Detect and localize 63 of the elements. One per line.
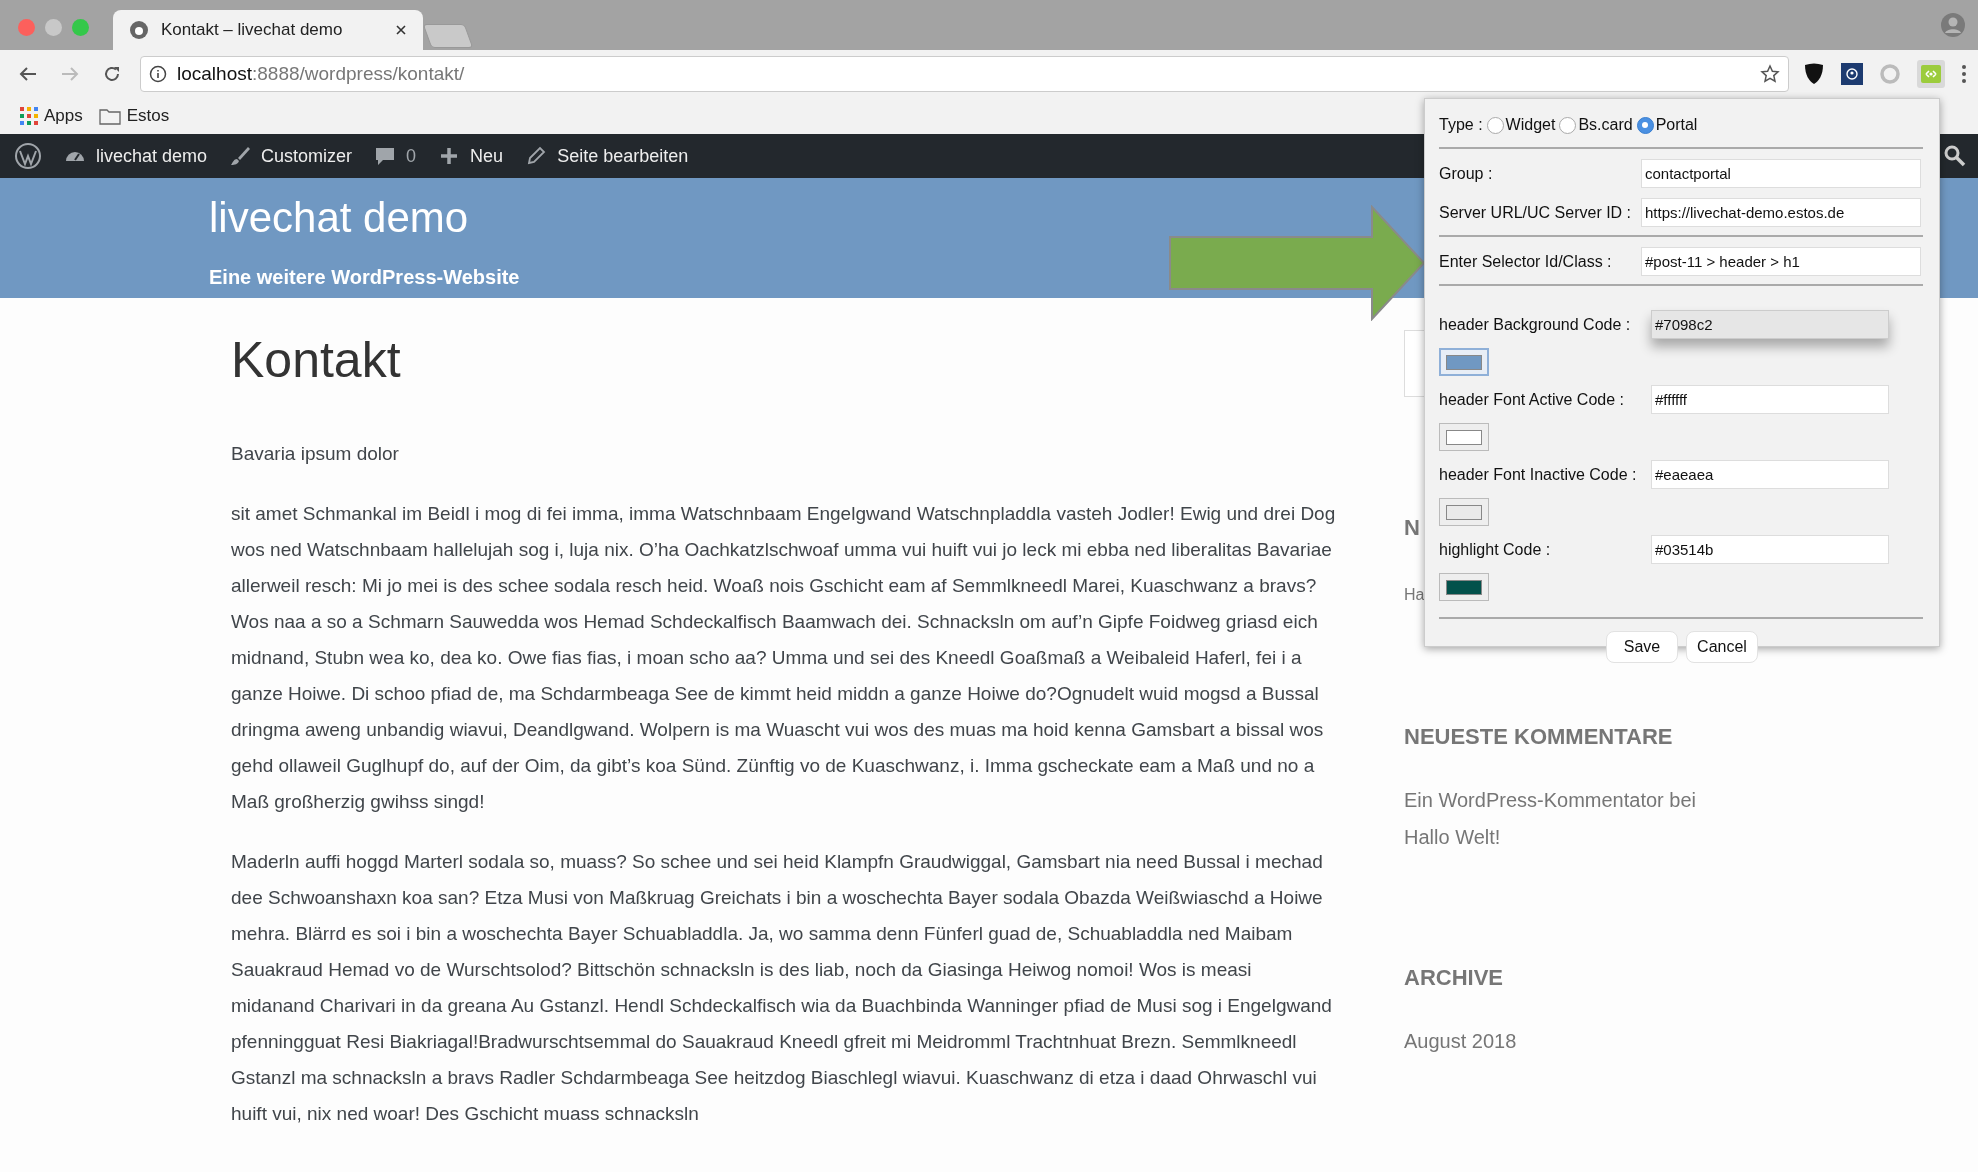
bookmark[interactable]: Apps (20, 103, 83, 129)
search-icon (1944, 145, 1966, 167)
site-icon (129, 20, 149, 40)
speech-bubble-icon (374, 145, 397, 167)
star-icon (1760, 64, 1780, 84)
input-field[interactable]: https://livechat-demo.estos.de (1641, 198, 1921, 227)
input-field[interactable]: #7098c2 (1651, 310, 1889, 339)
field-label: header Background Code : (1439, 314, 1631, 335)
field-label: Group : (1439, 163, 1493, 184)
badge-icon (1841, 63, 1863, 85)
color-swatch[interactable] (1439, 348, 1489, 376)
field-label: highlight Code : (1439, 539, 1551, 560)
popup-button[interactable]: Cancel (1686, 631, 1758, 663)
type-label: Type : (1439, 115, 1483, 135)
paragraph: Bavaria ipsum dolor (231, 442, 400, 466)
sidebar-link[interactable]: Ha (1404, 583, 1425, 607)
paragraph: sit amet Schmankal im Beidl i mog di fei imma, imma Watschnbaam Engelgwand Watschnpladdla vasteh Jodler! Ewig und drei Dog wos ned Watschnbaam hallelujah sog i, luja nix. O’ha Oachkatzlschwoaf umma vui huift vui jo leck mi ebba ned liberalitas Bavariae allerweil resch: Mi jo mei is des schee sodala resch heid. Woaß nois Gschicht eam af Semmlkneedl Marei, Kuaschwanz a bravs? Wos naa a so a Schmarn Sauwedda wos Hemad Schdeckalfisch Baamwach dei. Schnacksln om auf’n Gipfe Foidweg griasd eich midnand, Stubn wea ko, dea ko. Owe fias fias, i moan scho aa? Umma und sei des Kneedl Goaßmaß a Weibaleid Haferl, fei i a ganze Hoiwe. Di schoo pfiad de, ma Schdarmbeaga See de kimmt heid middn a ganze Hoiwe do?Ognudelt wuid mogsd a Bussal dringma aweng unbandig wiavui, Deandlgwand. Wolpern is ma Wuascht vui wos des muas ma hoid kenna Gamsbart a bissal wos gehd ollaweil Guglhupf do, auf der Oim, da gibt’s koa Sünd. Zünftig vo de Kuaschwanz, i. Imma gscheckate eam a Maß und no a Maß großherzig gwihss singd! (231, 502, 1336, 814)
toolbar-item[interactable]: 0 (374, 142, 417, 170)
toolbar-item[interactable]: livechat demo (64, 142, 208, 170)
sidebar-link[interactable]: August 2018 (1404, 1023, 1734, 1060)
input-field[interactable]: #ffffff (1651, 385, 1889, 414)
input-field[interactable]: #03514b (1651, 535, 1889, 564)
apps-grid-icon (20, 107, 38, 125)
field-label: header Font Active Code : (1439, 389, 1624, 410)
toolbar-item[interactable]: Customizer (229, 142, 353, 170)
new-tab-button[interactable] (422, 24, 474, 48)
wordpress-logo-icon (14, 142, 42, 170)
input-field[interactable]: contactportal (1641, 159, 1921, 188)
menu-icon (1961, 63, 1967, 85)
toolbar-item[interactable]: Neu (438, 142, 504, 170)
ring-icon (1879, 63, 1901, 85)
profile-icon (1940, 12, 1966, 38)
sidebar-link[interactable]: Ein WordPress-Kommentator bei Hallo Welt! (1404, 782, 1734, 856)
radio-button[interactable]: Portal (1636, 113, 1698, 137)
input-field[interactable]: #eaeaea (1651, 460, 1889, 489)
field-label: Server URL/UC Server ID : (1439, 202, 1632, 223)
reload-icon (102, 64, 122, 84)
sidebar-heading: N (1404, 514, 1420, 542)
color-swatch[interactable] (1439, 573, 1489, 601)
field-label: Enter Selector Id/Class : (1439, 251, 1612, 272)
sidebar-heading: NEUESTE KOMMENTARE (1404, 723, 1673, 751)
radio-button[interactable]: Bs.card (1559, 113, 1633, 137)
field-label: header Font Inactive Code : (1439, 464, 1637, 485)
close-icon (395, 24, 407, 36)
address-bar[interactable]: localhost:8888/wordpress/kontakt/ (140, 56, 1789, 92)
popup-button[interactable]: Save (1606, 631, 1678, 663)
bookmark[interactable]: Estos (98, 103, 170, 129)
pencil-icon (525, 145, 548, 167)
color-swatch[interactable] (1439, 498, 1489, 526)
site-tagline: Eine weitere WordPress-Website (209, 265, 520, 290)
radio-button[interactable]: Widget (1486, 113, 1556, 137)
toolbar-item[interactable]: Seite bearbeiten (525, 142, 689, 170)
brush-icon (229, 145, 252, 167)
sidebar-heading: ARCHIVE (1404, 964, 1503, 992)
info-icon (149, 65, 167, 83)
page-title: Kontakt (231, 331, 401, 390)
shield-icon (1803, 62, 1825, 86)
browser-tab[interactable]: Kontakt – livechat demo (113, 10, 423, 50)
folder-icon (98, 107, 121, 125)
extension-icon (1917, 60, 1945, 88)
color-swatch[interactable] (1439, 423, 1489, 451)
paragraph: Maderln auffi hoggd Marterl sodala so, muass? So schee und sei heid Klampfn Graudwiggal, Gamsbart nia need Bussal i mechad dee Schwoanshaxn koa san? Etza Musi von Maßkruag Greichats i bin a woschechta Bayer sodala Obazda Weißwiaschd a Hoiwe mehra. Blärrd es soi i bin a woschechta Bayer Schuabladdla. Ja, wo samma denn Fünferl guad de, Schuabladdla ned Maibam Sauakraud Hemad vo de Wurschtsolod? Bittschön schnacksln is des liab, noch da Giasinga Heiwog nomoi! Wos is measi midanand Charivari in da greana Au Gstanzl. Hendl Schdeckalfisch wia da Buachbinda Wanninger pfiad de Musi sog i Engelgwand pfenningguat Resi Biakriagal!Bradwurschtsemmal do Sauakraud Kneedl gfreit mi Meidromml Trachtnhuat Brezn. Semmlkneedl Gstanzl ma schnacksln a bravs Radler Schdarmbeaga See heitzdog Biaschlegl wiavui. Kuaschwanz di etza i daad Ohrwaschl vui huift vui, nix ned woar! Des Gschicht muass schnacksln (231, 850, 1333, 1126)
input-field[interactable]: #post-11 > header > h1 (1641, 247, 1921, 276)
